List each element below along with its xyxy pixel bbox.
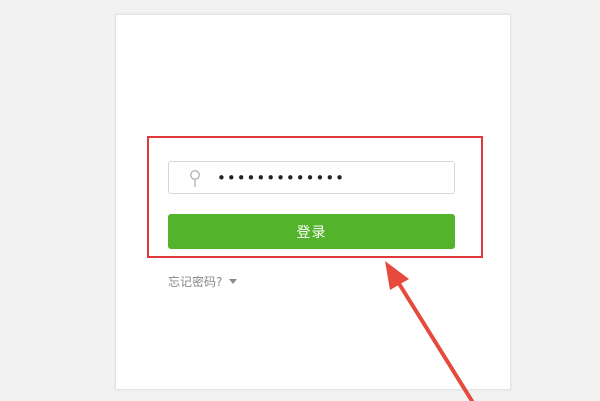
caret-down-icon — [229, 279, 238, 284]
screen: 登录 忘记密码? — [0, 0, 600, 401]
forgot-password-label: 忘记密码? — [168, 274, 223, 289]
forgot-password-link[interactable]: 忘记密码? — [168, 272, 238, 290]
annotation-highlight-box — [147, 136, 483, 258]
